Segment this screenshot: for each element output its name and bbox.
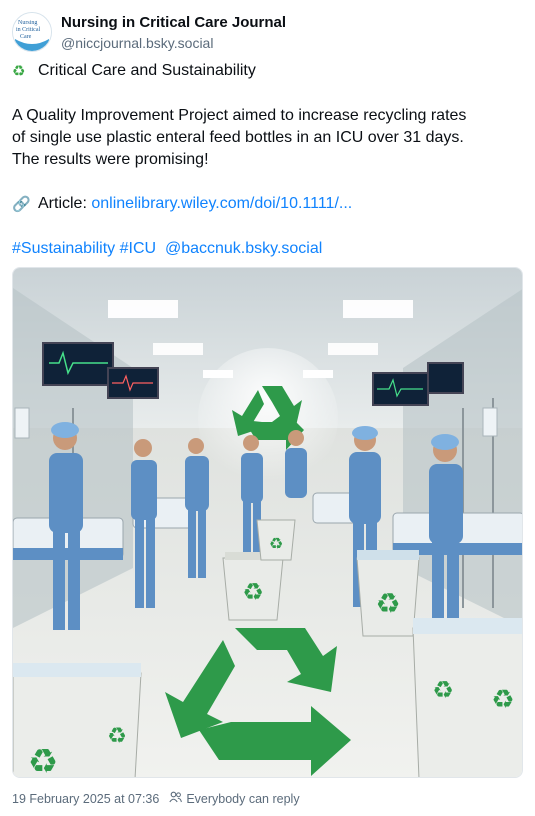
mention-link[interactable]: @baccnuk.bsky.social xyxy=(165,240,322,257)
body-line: The results were promising! xyxy=(12,151,209,168)
post-image[interactable]: ♻ ♻ ♻ ♻ ♻ ♻ ♻ xyxy=(12,267,523,778)
svg-text:♻: ♻ xyxy=(28,742,58,778)
body-line: of single use plastic enteral feed bottl… xyxy=(12,129,464,146)
icu-recycling-illustration: ♻ ♻ ♻ ♻ ♻ ♻ ♻ xyxy=(13,268,522,778)
post-footer: 19 February 2025 at 07:36 Everybody can … xyxy=(12,791,300,806)
recycle-icon: ♻ xyxy=(12,63,26,80)
people-icon xyxy=(169,791,183,806)
svg-text:♻: ♻ xyxy=(491,685,514,715)
hashtag-icu[interactable]: #ICU xyxy=(120,240,156,257)
svg-text:♻: ♻ xyxy=(375,587,400,620)
svg-text:Nursing: Nursing xyxy=(18,20,37,26)
link-icon: 🔗 xyxy=(12,196,31,213)
svg-text:♻: ♻ xyxy=(269,534,283,553)
article-link[interactable]: onlinelibrary.wiley.com/doi/10.1111/... xyxy=(91,195,352,212)
article-label: Article: xyxy=(38,195,87,212)
svg-text:in Critical: in Critical xyxy=(16,27,40,33)
svg-text:♻: ♻ xyxy=(107,724,127,749)
body-line: A Quality Improvement Project aimed to i… xyxy=(12,107,467,124)
account-handle[interactable]: @niccjournal.bsky.social xyxy=(61,35,213,51)
avatar[interactable]: Nursing in Critical Care xyxy=(12,12,52,52)
post-title: Critical Care and Sustainability xyxy=(38,62,256,79)
svg-text:♻: ♻ xyxy=(432,676,454,704)
post-timestamp[interactable]: 19 February 2025 at 07:36 xyxy=(12,792,159,806)
svg-text:Care: Care xyxy=(20,34,32,40)
post-body: ♻ Critical Care and Sustainability A Qual… xyxy=(12,60,527,260)
hashtag-sustainability[interactable]: #Sustainability xyxy=(12,240,115,257)
display-name[interactable]: Nursing in Critical Care Journal xyxy=(61,14,286,31)
svg-text:♻: ♻ xyxy=(242,578,264,606)
reply-setting[interactable]: Everybody can reply xyxy=(186,792,299,806)
post-header: Nursing in Critical Care Nursing in Crit… xyxy=(12,12,512,52)
